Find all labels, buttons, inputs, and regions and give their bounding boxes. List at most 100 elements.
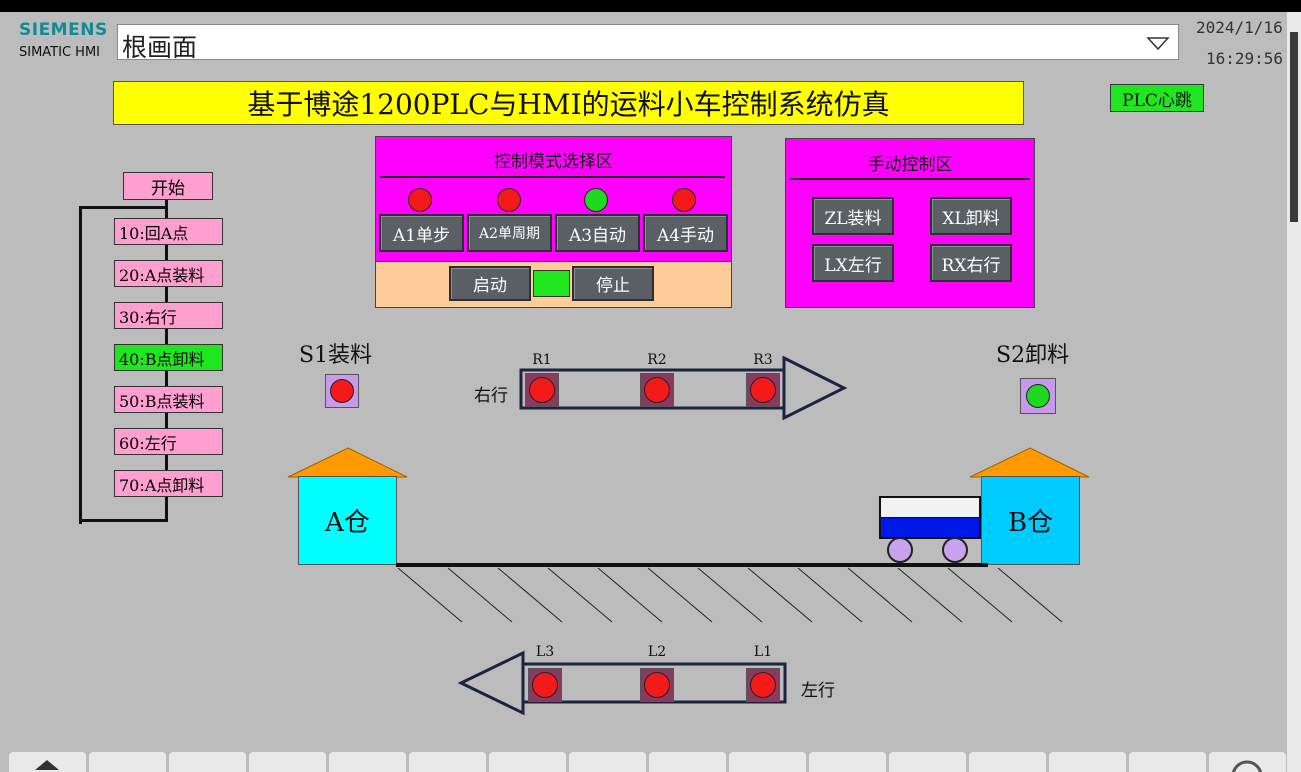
right-lamp-indicator: [529, 377, 555, 403]
hmi-screen: SIEMENS SIMATIC HMI 根画面 2024/1/16 16:29:…: [0, 12, 1287, 772]
sequence-start: 开始: [123, 172, 213, 200]
left-lamp-indicator: [644, 672, 670, 698]
cart-wheel: [887, 537, 913, 563]
sequence-step: 60:左行: [114, 428, 223, 455]
warehouse-a: A仓: [298, 476, 397, 565]
cart-body-load: [879, 517, 981, 539]
mode-button[interactable]: A2单周期: [467, 214, 552, 252]
left-lamp-indicator: [532, 672, 558, 698]
zl-load-button[interactable]: ZL装料: [812, 197, 894, 235]
help-icon: [1232, 760, 1262, 772]
right-arrow-icon: [519, 355, 848, 421]
function-key[interactable]: [649, 752, 726, 772]
side-edge: [1287, 12, 1301, 772]
mode-panel-title: 控制模式选择区: [494, 152, 613, 172]
sequence-step: 20:A点装料: [114, 260, 223, 287]
function-key[interactable]: [89, 752, 166, 772]
flow-loop-bottom: [79, 519, 168, 522]
ground-rail: [396, 563, 1063, 623]
right-lamp: [746, 373, 780, 407]
s1-sensor-lamp: [325, 374, 359, 408]
left-lamp: [528, 668, 562, 702]
screen-selector[interactable]: 根画面: [117, 24, 1179, 62]
s2-sensor-label: S2卸料: [996, 343, 1070, 368]
siemens-logo: SIEMENS: [19, 20, 108, 40]
screen-name: 根画面: [122, 33, 198, 62]
flow-loop-left: [79, 206, 82, 524]
function-key[interactable]: [729, 752, 806, 772]
warehouse-b-label: B仓: [1007, 508, 1054, 538]
sequence-step: 50:B点装料: [114, 386, 223, 413]
cart: [879, 496, 981, 563]
sequence-step: 70:A点卸料: [114, 470, 223, 497]
left-lamp: [640, 668, 674, 702]
mode-button[interactable]: A4手动: [643, 214, 728, 252]
s2-sensor-indicator: [1026, 384, 1050, 408]
chevron-down-icon[interactable]: [1146, 36, 1170, 52]
right-track-label: 右行: [474, 386, 508, 406]
lx-left-button[interactable]: LX左行: [812, 244, 894, 282]
time-display: 16:29:56: [1206, 49, 1284, 68]
start-button[interactable]: 启动: [449, 266, 531, 301]
cart-wheel: [942, 537, 968, 563]
manual-panel-divider: [790, 178, 1030, 180]
warehouse-a-label: A仓: [325, 508, 370, 538]
sequence-start-label: 开始: [151, 178, 185, 199]
warehouse-b-roof: [969, 447, 1090, 478]
run-indicator: [533, 270, 570, 297]
function-key[interactable]: [409, 752, 486, 772]
s1-sensor-label: S1装料: [299, 343, 373, 368]
left-arrow-icon: [457, 650, 787, 716]
function-key[interactable]: [569, 752, 646, 772]
flow-loop-top: [79, 206, 167, 209]
right-lamp-label: R3: [753, 352, 773, 368]
mode-panel-divider: [380, 176, 725, 178]
help-button[interactable]: [1209, 752, 1286, 772]
date-display: 2024/1/16: [1196, 18, 1283, 37]
sequence-step: 40:B点卸料: [114, 344, 223, 371]
right-lamp-label: R1: [532, 352, 552, 368]
manual-panel-title: 手动控制区: [867, 155, 953, 175]
function-key[interactable]: [169, 752, 246, 772]
home-icon: [35, 760, 59, 770]
mode-indicator: [584, 188, 608, 212]
mode-indicator: [672, 188, 696, 212]
rx-right-button[interactable]: RX右行: [930, 244, 1012, 282]
function-key[interactable]: [329, 752, 406, 772]
right-lamp-indicator: [750, 377, 776, 403]
s2-sensor-lamp: [1020, 378, 1056, 414]
right-lamp: [525, 373, 559, 407]
function-key[interactable]: [969, 752, 1046, 772]
function-key[interactable]: [1129, 752, 1206, 772]
warehouse-a-roof: [287, 447, 408, 478]
page-title: 基于博途1200PLC与HMI的运料小车控制系统仿真: [247, 88, 890, 121]
function-key[interactable]: [489, 752, 566, 772]
s1-sensor-indicator: [330, 379, 354, 403]
title-bar: 基于博途1200PLC与HMI的运料小车控制系统仿真: [113, 81, 1024, 125]
left-lamp-label: L2: [647, 644, 667, 660]
mode-button[interactable]: A1单步: [379, 214, 464, 252]
mode-button[interactable]: A3自动: [555, 214, 640, 252]
simatic-hmi-label: SIMATIC HMI: [19, 45, 100, 60]
left-lamp-label: L3: [535, 644, 555, 660]
right-lamp-label: R2: [647, 352, 667, 368]
right-lamp-indicator: [644, 377, 670, 403]
sequence-step: 30:右行: [114, 302, 223, 329]
left-lamp-indicator: [750, 672, 776, 698]
function-key[interactable]: [889, 752, 966, 772]
left-lamp: [746, 668, 780, 702]
function-key[interactable]: [809, 752, 886, 772]
sequence-step: 10:回A点: [114, 218, 223, 245]
function-key[interactable]: [1049, 752, 1126, 772]
xl-unload-button[interactable]: XL卸料: [930, 197, 1012, 235]
home-button[interactable]: [9, 752, 86, 772]
side-edge-mark: [1290, 32, 1298, 222]
mode-indicator: [497, 188, 521, 212]
mode-indicator: [408, 188, 432, 212]
function-key[interactable]: [249, 752, 326, 772]
stop-button[interactable]: 停止: [572, 266, 654, 301]
plc-heartbeat: PLC心跳: [1110, 84, 1204, 112]
cart-body-top: [879, 496, 981, 517]
left-lamp-label: L1: [753, 644, 773, 660]
left-track-label: 左行: [801, 681, 835, 701]
